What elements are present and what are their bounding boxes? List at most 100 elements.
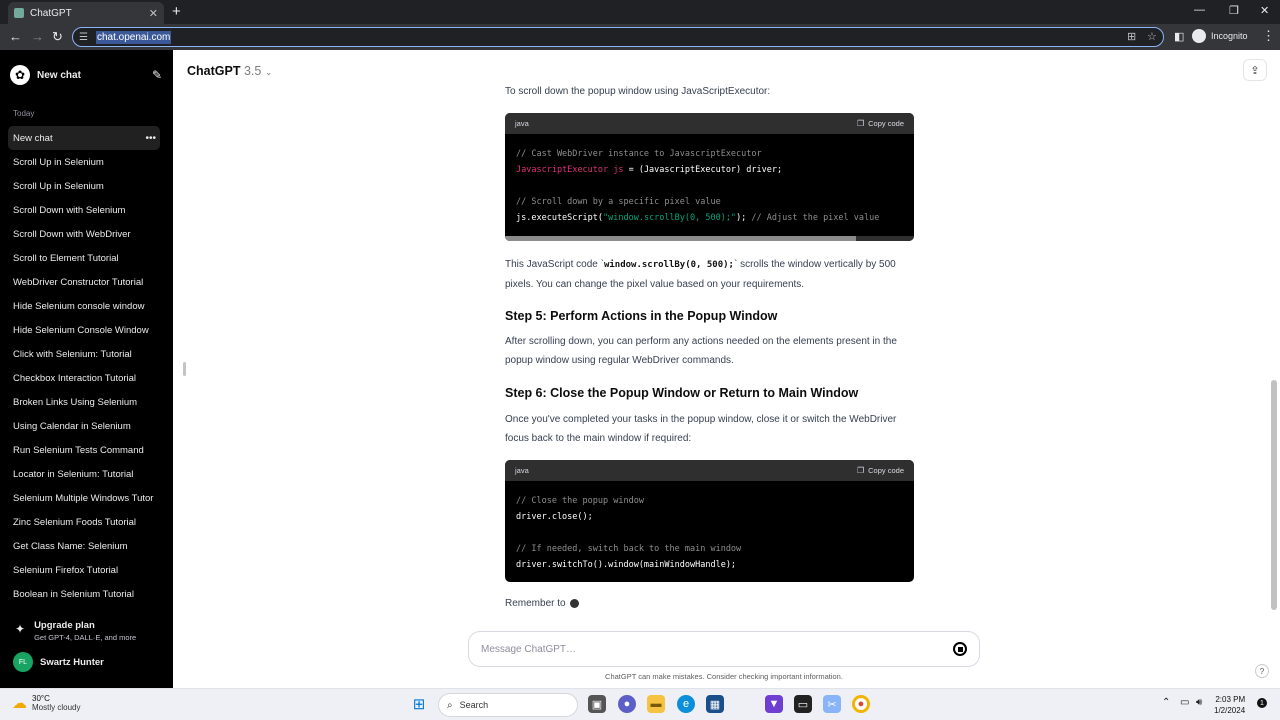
sidebar-item[interactable]: Checkbox Interaction Tutorial: [8, 366, 160, 390]
browser-menu-icon[interactable]: ⋮: [1262, 28, 1275, 44]
file-explorer-icon[interactable]: ▬: [647, 695, 665, 713]
app-icon[interactable]: ▼: [765, 695, 783, 713]
help-button[interactable]: ?: [1255, 664, 1269, 678]
taskbar-search[interactable]: ⌕ Search: [438, 693, 578, 717]
task-view-icon[interactable]: ▣: [588, 695, 606, 713]
taskbar-clock[interactable]: 2:03 PM 1/2/2024: [1214, 694, 1245, 716]
sidebar-item[interactable]: Scroll Down with WebDriver: [8, 222, 160, 246]
windows-taskbar: ☁ 30°C Mostly cloudy ⊞ ⌕ Search ▣ ● ▬ e …: [0, 688, 1280, 720]
sidebar-item-label: Selenium Multiple Windows Tutor: [13, 492, 154, 504]
copy-code-label: Copy code: [868, 466, 904, 475]
sidebar-item-label: Scroll Down with Selenium: [13, 204, 126, 216]
sidebar-item-label: Hide Selenium Console Window: [13, 324, 149, 336]
sidepanel-icon[interactable]: ◧: [1174, 30, 1184, 43]
edit-icon[interactable]: ✎: [152, 68, 162, 82]
sidebar-item[interactable]: Boolean in Selenium Tutorial: [8, 582, 160, 606]
sidebar-item[interactable]: Click with Selenium: Tutorial: [8, 342, 160, 366]
sidebar-item-label: Scroll to Element Tutorial: [13, 252, 119, 264]
copy-code-button[interactable]: ❐ Copy code: [857, 119, 904, 128]
code-body: // Cast WebDriver instance to Javascript…: [505, 134, 914, 236]
reload-icon[interactable]: ↻: [52, 29, 63, 45]
copy-code-button[interactable]: ❐ Copy code: [857, 466, 904, 475]
code-block: java ❐ Copy code // Cast WebDriver instan…: [505, 113, 914, 241]
sidebar-item[interactable]: Zinc Selenium Foods Tutorial: [8, 510, 160, 534]
model-version: 3.5: [243, 64, 262, 78]
sidebar-item[interactable]: Get Class Name: Selenium: [8, 534, 160, 558]
stop-icon: [957, 646, 963, 652]
user-menu[interactable]: FL Swartz Hunter: [13, 652, 104, 672]
streaming-text: Remember to: [505, 598, 579, 609]
tab-title: ChatGPT: [30, 7, 72, 19]
sidebar-item[interactable]: New chat •••: [8, 126, 160, 150]
grid-icon[interactable]: ⊞: [1127, 30, 1136, 43]
bookmark-star-icon[interactable]: ☆: [1147, 30, 1157, 43]
chevron-down-icon: ⌄: [264, 67, 273, 77]
show-hidden-icons-icon[interactable]: ⌃: [1162, 697, 1170, 708]
message-placeholder[interactable]: Message ChatGPT…: [481, 644, 576, 655]
sidebar-item[interactable]: Scroll Down with Selenium: [8, 198, 160, 222]
chrome-icon[interactable]: ●: [852, 695, 870, 713]
new-tab-icon[interactable]: +: [172, 3, 181, 20]
volume-icon[interactable]: 🔊︎: [1196, 697, 1202, 708]
chat-app-icon[interactable]: ●: [618, 695, 636, 713]
windows-start-icon[interactable]: ⊞: [410, 695, 428, 713]
stop-generating-button[interactable]: [953, 642, 967, 656]
scrollbar[interactable]: [1271, 380, 1277, 610]
sidebar-item-label: Using Calendar in Selenium: [13, 420, 131, 432]
snipping-tool-icon[interactable]: ✂: [823, 695, 841, 713]
sidebar-item[interactable]: Locator in Selenium: Tutorial: [8, 462, 160, 486]
sidebar-item[interactable]: Selenium Multiple Windows Tutor: [8, 486, 160, 510]
more-options-icon[interactable]: •••: [145, 133, 156, 144]
back-icon[interactable]: ←: [9, 29, 22, 44]
code-token: JavascriptExecutor js: [516, 165, 624, 175]
code-line: driver.close();: [516, 512, 593, 522]
temperature: 30°C: [32, 694, 50, 703]
model-selector[interactable]: ChatGPT 3.5 ⌄: [187, 64, 272, 78]
notification-badge[interactable]: 1: [1257, 698, 1267, 708]
time: 2:03 PM: [1215, 695, 1246, 704]
sidebar-toggle-handle[interactable]: [183, 362, 186, 376]
code-header: java ❐ Copy code: [505, 113, 914, 134]
paragraph-text: This JavaScript code `: [505, 259, 604, 270]
code-horizontal-scrollbar[interactable]: [505, 236, 914, 241]
sidebar-item[interactable]: Hide Selenium console window: [8, 294, 160, 318]
avatar: FL: [13, 652, 33, 672]
sidebar-item[interactable]: Selenium Firefox Tutorial: [8, 558, 160, 582]
sidebar-item[interactable]: Hide Selenium Console Window: [8, 318, 160, 342]
share-button[interactable]: ⇪: [1243, 59, 1267, 81]
new-chat-button[interactable]: ✿ New chat ✎: [10, 64, 162, 86]
weather-widget[interactable]: ☁ 30°C Mostly cloudy: [12, 694, 80, 712]
edge-browser-icon[interactable]: e: [677, 695, 695, 713]
window-close-icon[interactable]: ✕: [1260, 4, 1269, 17]
user-name: Swartz Hunter: [40, 656, 104, 668]
tab-close-icon[interactable]: ✕: [149, 7, 158, 20]
sidebar-item[interactable]: Scroll Up in Selenium: [8, 174, 160, 198]
sidebar-item[interactable]: Using Calendar in Selenium: [8, 414, 160, 438]
step-heading: Step 5: Perform Actions in the Popup Win…: [505, 309, 778, 323]
sidebar-item[interactable]: Scroll to Element Tutorial: [8, 246, 160, 270]
code-language: java: [515, 466, 529, 475]
incognito-indicator[interactable]: Incognito: [1192, 29, 1248, 43]
sidebar-item-label: Run Selenium Tests Command: [13, 444, 144, 456]
upgrade-plan-button[interactable]: ✦ Upgrade plan Get GPT-4, DALL·E, and mo…: [15, 620, 136, 642]
terminal-icon[interactable]: ▭: [794, 695, 812, 713]
restore-icon[interactable]: ❐: [1229, 4, 1239, 17]
sidebar-item[interactable]: Broken Links Using Selenium: [8, 390, 160, 414]
minimize-icon[interactable]: —: [1194, 4, 1205, 16]
network-icon[interactable]: ▭: [1180, 697, 1189, 708]
site-info-icon[interactable]: ☰: [79, 32, 88, 43]
sidebar-item[interactable]: Scroll Up in Selenium: [8, 150, 160, 174]
browser-tab-bar: ChatGPT ✕ + — ❐ ✕: [0, 0, 1280, 24]
forward-icon[interactable]: →: [31, 29, 44, 44]
sidebar-item[interactable]: WebDriver Constructor Tutorial: [8, 270, 160, 294]
address-bar[interactable]: ☰ chat.openai.com ⊞ ☆: [72, 27, 1164, 47]
url-text[interactable]: chat.openai.com: [95, 30, 172, 44]
code-line: driver.switchTo().window(mainWindowHandl…: [516, 560, 737, 570]
code-language: java: [515, 119, 529, 128]
browser-tab[interactable]: ChatGPT ✕: [8, 2, 164, 24]
store-icon[interactable]: ▦: [706, 695, 724, 713]
message-input[interactable]: Message ChatGPT…: [468, 631, 980, 667]
scrollbar-thumb[interactable]: [505, 236, 856, 241]
sidebar-item[interactable]: Run Selenium Tests Command: [8, 438, 160, 462]
chatgpt-favicon-icon: [14, 8, 24, 18]
